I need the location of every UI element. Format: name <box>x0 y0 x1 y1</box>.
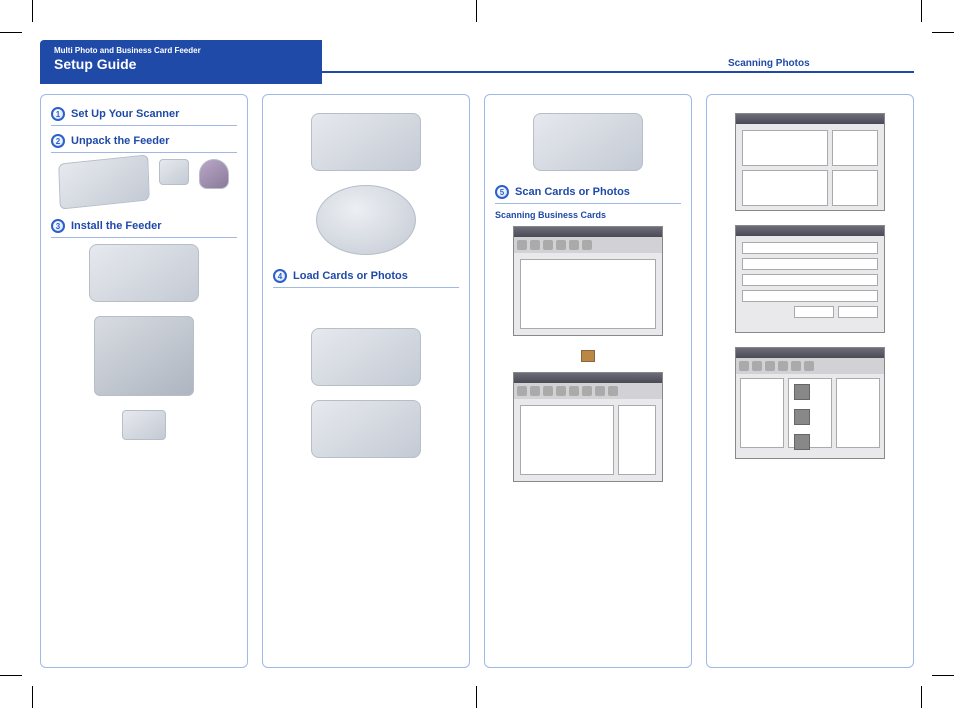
load-cards-illustration <box>311 328 421 386</box>
step-number-icon: 1 <box>51 107 65 121</box>
pouch-illustration <box>199 159 229 189</box>
scan-settings-screenshot <box>735 225 885 333</box>
scanner-open-illustration <box>94 316 194 396</box>
crop-mark <box>476 0 477 22</box>
step-number-icon: 5 <box>495 185 509 199</box>
step-2: 2 Unpack the Feeder <box>51 134 237 205</box>
photo-browser-screenshot <box>735 347 885 459</box>
step-number-icon: 4 <box>273 269 287 283</box>
cable-illustration <box>159 159 189 185</box>
step-number-icon: 3 <box>51 219 65 233</box>
header-title: Setup Guide <box>54 56 308 72</box>
header-rule <box>322 71 914 73</box>
page: Multi Photo and Business Card Feeder Set… <box>40 40 914 668</box>
feeder-illustration <box>58 154 150 209</box>
column-3: 5 Scan Cards or Photos Scanning Business… <box>484 94 692 668</box>
crop-mark <box>476 686 477 708</box>
crop-mark <box>0 32 22 33</box>
software-shortcut-icon <box>581 350 595 362</box>
step-title: Install the Feeder <box>71 220 161 232</box>
connect-cable-illustration <box>316 185 416 255</box>
crop-mark <box>921 686 922 708</box>
step-3: 3 Install the Feeder <box>51 219 237 440</box>
bizcard-software-screenshot-2 <box>513 372 663 482</box>
step-title: Set Up Your Scanner <box>71 108 179 120</box>
crop-mark <box>921 0 922 22</box>
feeder-ready-illustration <box>533 113 643 171</box>
crop-mark <box>0 675 22 676</box>
crop-mark <box>32 0 33 22</box>
column-1: 1 Set Up Your Scanner 2 Unpack the Feede… <box>40 94 248 668</box>
step-number-icon: 2 <box>51 134 65 148</box>
smart-panel-screenshot <box>735 113 885 211</box>
step-5: 5 Scan Cards or Photos Scanning Business… <box>495 185 681 482</box>
step-1: 1 Set Up Your Scanner <box>51 107 237 126</box>
column-4 <box>706 94 914 668</box>
title-block: Multi Photo and Business Card Feeder Set… <box>40 40 322 84</box>
attach-feeder-illustration <box>311 113 421 171</box>
hinge-piece-illustration <box>122 410 166 440</box>
step-title: Unpack the Feeder <box>71 135 169 147</box>
step-title: Scan Cards or Photos <box>515 186 630 198</box>
align-cards-illustration <box>311 400 421 458</box>
scanning-photos-heading: Scanning Photos <box>728 58 810 69</box>
step-title: Load Cards or Photos <box>293 270 408 282</box>
scanning-business-cards-heading: Scanning Business Cards <box>495 210 681 220</box>
columns: 1 Set Up Your Scanner 2 Unpack the Feede… <box>40 84 914 668</box>
bizcard-software-screenshot-1 <box>513 226 663 336</box>
column-2: 4 Load Cards or Photos <box>262 94 470 668</box>
header-subtitle: Multi Photo and Business Card Feeder <box>54 46 308 55</box>
crop-mark <box>32 686 33 708</box>
step-4: 4 Load Cards or Photos <box>273 269 459 458</box>
scanner-closed-illustration <box>89 244 199 302</box>
crop-mark <box>932 675 954 676</box>
crop-mark <box>932 32 954 33</box>
